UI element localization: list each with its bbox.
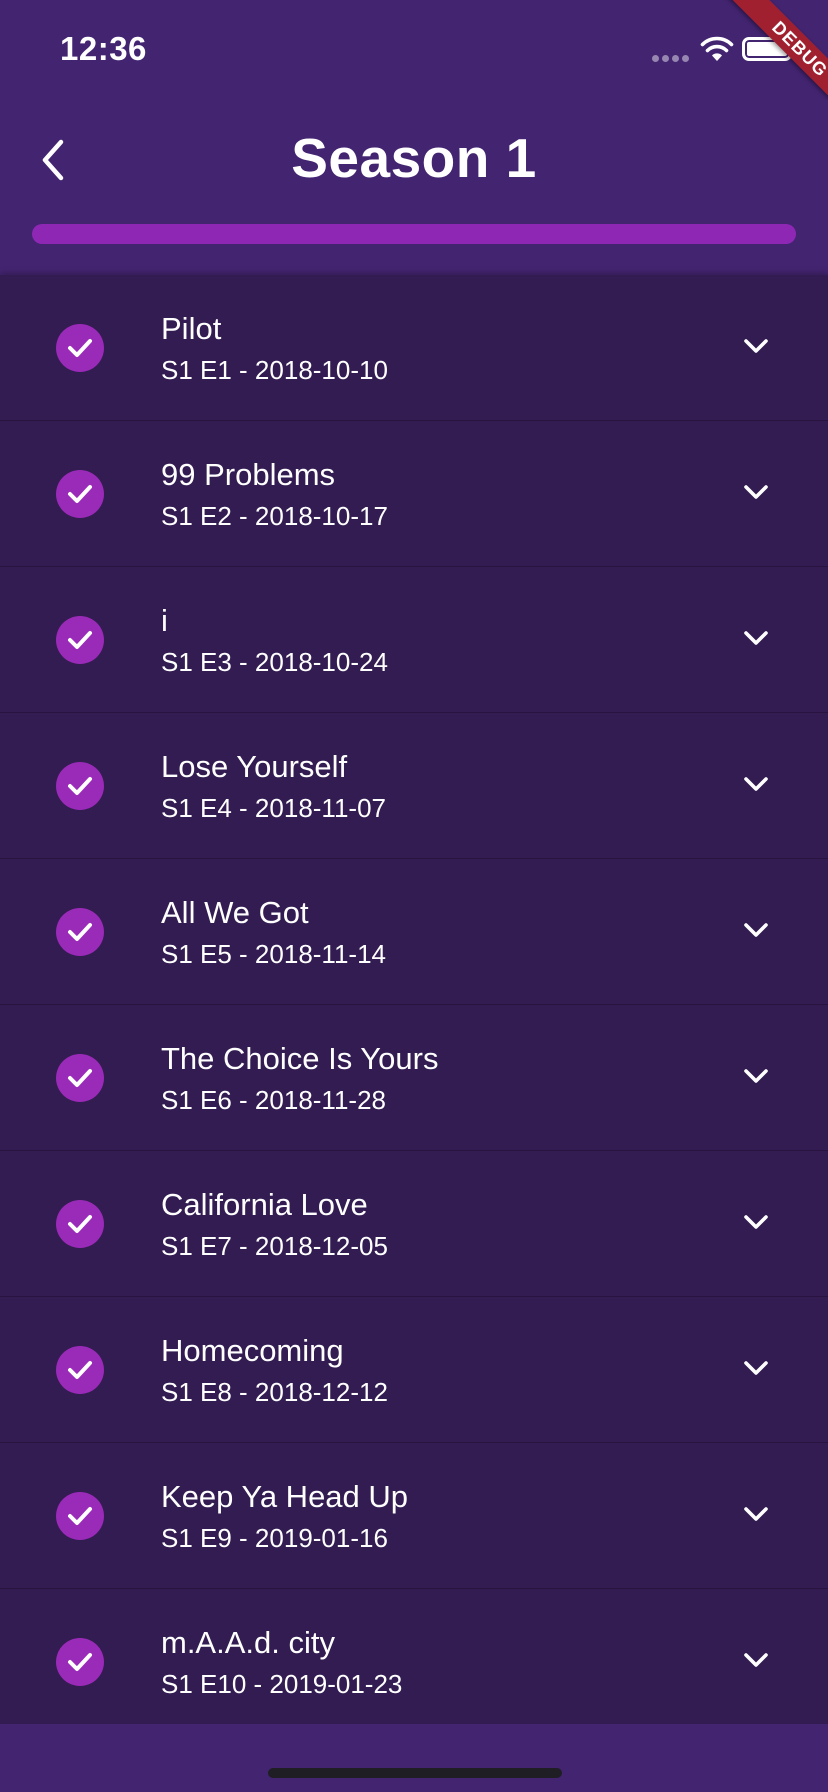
episode-meta: S1 E7 - 2018-12-05 <box>161 1231 388 1261</box>
chevron-down-icon[interactable] <box>740 1060 772 1092</box>
episode-title: Pilot <box>161 311 222 346</box>
episode-title: Keep Ya Head Up <box>161 1479 409 1514</box>
chevron-down-icon[interactable] <box>740 622 772 654</box>
episode-meta: S1 E5 - 2018-11-14 <box>161 939 386 969</box>
episode-title: 99 Problems <box>161 457 336 492</box>
episode-meta: S1 E6 - 2018-11-28 <box>161 1085 386 1115</box>
page-title: Season 1 <box>291 127 537 189</box>
episode-title: Homecoming <box>161 1333 344 1368</box>
chevron-down-icon[interactable] <box>740 476 772 508</box>
chevron-down-icon[interactable] <box>740 1206 772 1238</box>
app-bar: Season 1 <box>0 100 828 275</box>
episode-title: m.A.A.d. city <box>161 1625 335 1660</box>
episode-meta: S1 E1 - 2018-10-10 <box>161 355 388 385</box>
episode-row[interactable]: Homecoming S1 E8 - 2018-12-12 <box>0 1297 828 1443</box>
episode-meta: S1 E10 - 2019-01-23 <box>161 1669 403 1699</box>
status-bar: 12:36 <box>0 0 828 100</box>
watched-check-icon[interactable] <box>56 616 104 664</box>
episode-row[interactable]: Pilot S1 E1 - 2018-10-10 <box>0 275 828 421</box>
watched-check-icon[interactable] <box>56 1200 104 1248</box>
bottom-area <box>0 1724 828 1792</box>
episode-row[interactable]: 99 Problems S1 E2 - 2018-10-17 <box>0 421 828 567</box>
watched-check-icon[interactable] <box>56 470 104 518</box>
season-progress-fill <box>32 224 796 244</box>
chevron-down-icon[interactable] <box>740 330 772 362</box>
episode-meta: S1 E4 - 2018-11-07 <box>161 793 386 823</box>
status-time: 12:36 <box>60 30 147 67</box>
watched-check-icon[interactable] <box>56 1054 104 1102</box>
episode-row[interactable]: Keep Ya Head Up S1 E9 - 2019-01-16 <box>0 1443 828 1589</box>
episode-meta: S1 E2 - 2018-10-17 <box>161 501 388 531</box>
watched-check-icon[interactable] <box>56 1638 104 1686</box>
watched-check-icon[interactable] <box>56 908 104 956</box>
episode-title: California Love <box>161 1187 368 1222</box>
episode-row[interactable]: All We Got S1 E5 - 2018-11-14 <box>0 859 828 1005</box>
episode-meta: S1 E3 - 2018-10-24 <box>161 647 388 677</box>
episode-title: i <box>161 603 168 638</box>
chevron-down-icon[interactable] <box>740 914 772 946</box>
home-indicator[interactable] <box>268 1768 562 1778</box>
screen: 12:36 DEBUG Season 1 Pilot S1 E1 - 2018-… <box>0 0 828 1792</box>
chevron-down-icon[interactable] <box>740 1498 772 1530</box>
watched-check-icon[interactable] <box>56 324 104 372</box>
episode-title: Lose Yourself <box>161 749 348 784</box>
episode-title: All We Got <box>161 895 309 930</box>
cellular-signal-icon <box>652 55 690 63</box>
watched-check-icon[interactable] <box>56 1346 104 1394</box>
episode-row[interactable]: The Choice Is Yours S1 E6 - 2018-11-28 <box>0 1005 828 1151</box>
episode-meta: S1 E8 - 2018-12-12 <box>161 1377 388 1407</box>
battery-icon <box>742 37 797 61</box>
watched-check-icon[interactable] <box>56 1492 104 1540</box>
episode-row[interactable]: m.A.A.d. city S1 E10 - 2019-01-23 <box>0 1589 828 1735</box>
episode-row[interactable]: i S1 E3 - 2018-10-24 <box>0 567 828 713</box>
episode-list: Pilot S1 E1 - 2018-10-10 99 Problems S1 … <box>0 275 828 1724</box>
season-progress-bar <box>32 224 796 244</box>
chevron-down-icon[interactable] <box>740 1644 772 1676</box>
episode-title: The Choice Is Yours <box>161 1041 439 1076</box>
episode-row[interactable]: California Love S1 E7 - 2018-12-05 <box>0 1151 828 1297</box>
wifi-icon <box>700 36 734 61</box>
chevron-down-icon[interactable] <box>740 1352 772 1384</box>
episode-row[interactable]: Lose Yourself S1 E4 - 2018-11-07 <box>0 713 828 859</box>
episode-meta: S1 E9 - 2019-01-16 <box>161 1523 388 1553</box>
watched-check-icon[interactable] <box>56 762 104 810</box>
chevron-down-icon[interactable] <box>740 768 772 800</box>
